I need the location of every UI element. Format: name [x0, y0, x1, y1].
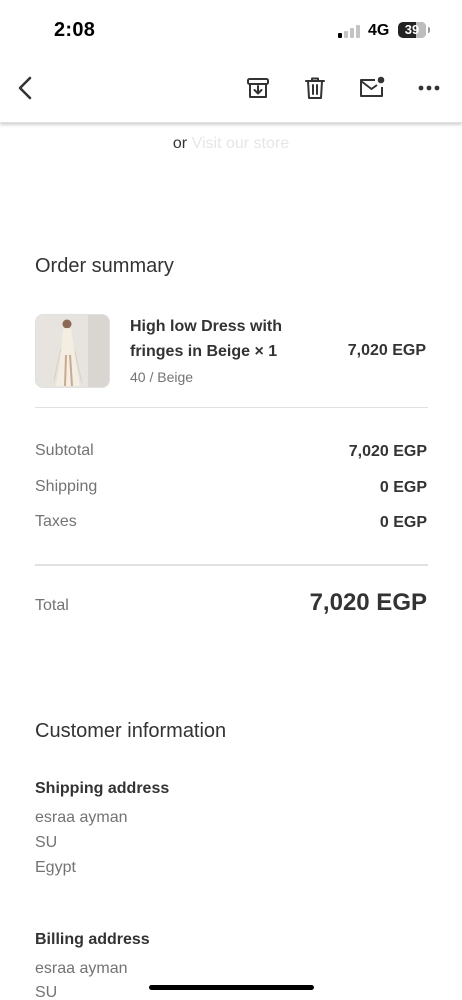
store-link-line: or Visit our store	[0, 135, 462, 153]
home-indicator[interactable]	[149, 985, 314, 990]
delete-button[interactable]	[297, 70, 333, 106]
taxes-value: 0 EGP	[379, 514, 427, 531]
shipping-address-line: esraa ayman	[35, 809, 128, 826]
billing-address-line: SU	[35, 984, 58, 1000]
shipping-label: Shipping	[35, 478, 98, 495]
shipping-value: 0 EGP	[379, 479, 427, 496]
network-type: 4G	[368, 22, 390, 39]
product-variant: 40 / Beige	[130, 369, 194, 385]
more-options-icon	[418, 85, 440, 91]
visit-store-link[interactable]: Visit our store	[192, 135, 290, 152]
total-value: 7,020 EGP	[309, 589, 427, 616]
taxes-label: Taxes	[35, 513, 77, 530]
mark-unread-icon	[360, 76, 385, 97]
shipping-address-line: SU	[35, 834, 58, 851]
billing-address-line: esraa ayman	[35, 960, 128, 977]
subtotal-label: Subtotal	[35, 442, 94, 459]
back-button[interactable]	[8, 70, 44, 106]
cellular-signal-icon	[338, 25, 362, 38]
battery-icon: 39	[398, 22, 430, 38]
email-toolbar	[0, 56, 462, 123]
status-bar: 2:08 4G 39	[0, 0, 462, 56]
total-label: Total	[35, 597, 69, 614]
more-options-button[interactable]	[411, 70, 447, 106]
email-body: or Visit our store Order summary High lo…	[0, 123, 462, 1000]
divider	[35, 407, 428, 408]
back-arrow-icon	[18, 76, 32, 100]
archive-button[interactable]	[240, 70, 276, 106]
archive-icon	[247, 78, 269, 98]
product-price: 7,020 EGP	[347, 342, 426, 359]
product-image[interactable]	[35, 314, 110, 388]
subtotal-value: 7,020 EGP	[348, 443, 427, 460]
billing-address-title: Billing address	[35, 931, 150, 948]
dress-image-icon	[36, 315, 109, 387]
order-summary-heading: Order summary	[35, 255, 174, 277]
status-time: 2:08	[54, 19, 96, 41]
divider	[35, 564, 428, 566]
mark-unread-button[interactable]	[354, 70, 390, 106]
shipping-address-line: Egypt	[35, 859, 76, 876]
shipping-address-title: Shipping address	[35, 780, 170, 797]
battery-level: 39	[404, 22, 420, 37]
customer-information-heading: Customer information	[35, 720, 227, 742]
product-name: High low Dress with fringes in Beige × 1	[130, 318, 283, 360]
delete-icon	[305, 77, 325, 99]
or-text: or	[172, 135, 188, 152]
